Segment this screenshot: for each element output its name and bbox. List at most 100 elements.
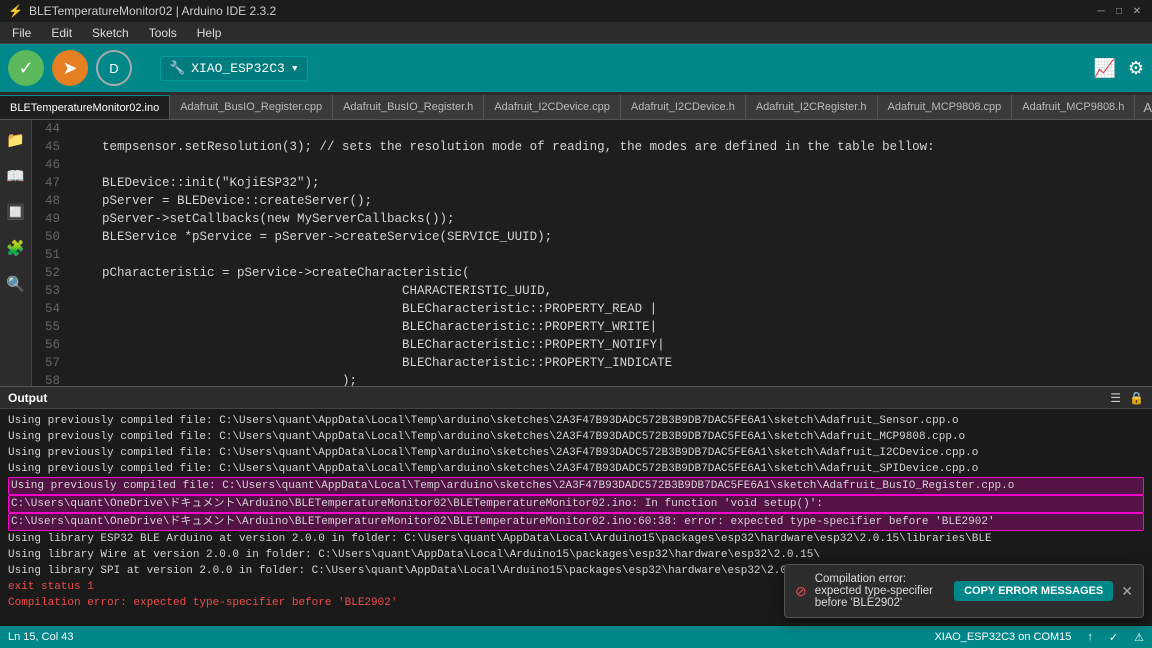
line-content: BLECharacteristic::PROPERTY_READ | xyxy=(68,300,1152,318)
line-number: 51 xyxy=(32,246,68,264)
line-number: 48 xyxy=(32,192,68,210)
error-toast: ⊘ Compilation error: expected type-speci… xyxy=(784,564,1144,618)
code-line-58: 58 ); xyxy=(32,372,1152,386)
sidebar-icon-boards[interactable]: 🧩 xyxy=(4,236,28,260)
sidebar: 📁 📖 🔲 🧩 🔍 xyxy=(0,120,32,386)
code-line-46: 46 xyxy=(32,156,1152,174)
code-line-45: 45 tempsensor.setResolution(3); // sets … xyxy=(32,138,1152,156)
line-content xyxy=(68,246,1152,264)
code-line-47: 47 BLEDevice::init("KojiESP32"); xyxy=(32,174,1152,192)
line-content: pServer->setCallbacks(new MyServerCallba… xyxy=(68,210,1152,228)
status-bar: Ln 15, Col 43 XIAO_ESP32C3 on COM15 ↑ ✓ … xyxy=(0,626,1152,648)
line-number: 46 xyxy=(32,156,68,174)
line-number: 56 xyxy=(32,336,68,354)
sidebar-icon-search[interactable]: 🔍 xyxy=(4,272,28,296)
output-line: Using previously compiled file: C:\Users… xyxy=(8,429,1144,445)
board-selector[interactable]: 🔧 XIAO_ESP32C3 ▾ xyxy=(160,56,308,81)
line-number: 54 xyxy=(32,300,68,318)
tab-1[interactable]: Adafruit_BusIO_Register.cpp xyxy=(170,95,333,119)
output-menu-icon[interactable]: ☰ xyxy=(1110,391,1121,405)
menu-tools[interactable]: Tools xyxy=(145,24,181,42)
error-icon: ⊘ xyxy=(795,583,807,600)
verify-button[interactable]: ✓ xyxy=(8,50,44,86)
sidebar-icon-debug[interactable]: 🔲 xyxy=(4,200,28,224)
output-line: Using previously compiled file: C:\Users… xyxy=(8,445,1144,461)
board-name: XIAO_ESP32C3 xyxy=(191,61,285,76)
code-line-52: 52 pCharacteristic = pService->createCha… xyxy=(32,264,1152,282)
tab-4[interactable]: Adafruit_I2CDevice.h xyxy=(621,95,746,119)
output-lock-icon[interactable]: 🔒 xyxy=(1129,391,1144,405)
line-content: BLECharacteristic::PROPERTY_INDICATE xyxy=(68,354,1152,372)
menu-help[interactable]: Help xyxy=(193,24,226,42)
serial-plotter-button[interactable]: 📈 xyxy=(1093,58,1115,79)
app-icon: ⚡ xyxy=(8,4,23,18)
menu-sketch[interactable]: Sketch xyxy=(88,24,133,42)
line-content: BLECharacteristic::PROPERTY_WRITE| xyxy=(68,318,1152,336)
status-upload-icon[interactable]: ↑ xyxy=(1087,631,1093,643)
copy-error-button[interactable]: COPY ERROR MESSAGES xyxy=(954,581,1113,601)
line-content: BLEService *pService = pServer->createSe… xyxy=(68,228,1152,246)
line-content: CHARACTERISTIC_UUID, xyxy=(68,282,1152,300)
serial-monitor-button[interactable]: ⚙ xyxy=(1128,58,1144,79)
board-icon: 🔧 xyxy=(169,61,185,76)
close-button[interactable]: ✕ xyxy=(1130,4,1144,18)
code-line-49: 49 pServer->setCallbacks(new MyServerCal… xyxy=(32,210,1152,228)
menu-bar: File Edit Sketch Tools Help xyxy=(0,22,1152,44)
sidebar-icon-book[interactable]: 📖 xyxy=(4,164,28,188)
output-line: Using library Wire at version 2.0.0 in f… xyxy=(8,547,1144,563)
tab-6[interactable]: Adafruit_MCP9808.cpp xyxy=(878,95,1013,119)
line-number: 55 xyxy=(32,318,68,336)
status-warning-icon: ⚠ xyxy=(1134,631,1144,644)
code-line-50: 50 BLEService *pService = pServer->creat… xyxy=(32,228,1152,246)
toast-message: Compilation error: expected type-specifi… xyxy=(815,573,946,609)
output-line: Using library ESP32 BLE Arduino at versi… xyxy=(8,531,1144,547)
tab-3[interactable]: Adafruit_I2CDevice.cpp xyxy=(484,95,621,119)
menu-file[interactable]: File xyxy=(8,24,35,42)
tab-2[interactable]: Adafruit_BusIO_Register.h xyxy=(333,95,484,119)
line-number: 57 xyxy=(32,354,68,372)
status-check-icon: ✓ xyxy=(1109,631,1118,644)
line-number: 53 xyxy=(32,282,68,300)
output-section: Output ☰ 🔒 Using previously compiled fil… xyxy=(0,386,1152,626)
line-content xyxy=(68,156,1152,174)
sidebar-icon-folder[interactable]: 📁 xyxy=(4,128,28,152)
code-line-54: 54 BLECharacteristic::PROPERTY_READ | xyxy=(32,300,1152,318)
toast-close-button[interactable]: ✕ xyxy=(1121,583,1133,600)
minimize-button[interactable]: ─ xyxy=(1094,4,1108,18)
tab-7[interactable]: Adafruit_MCP9808.h xyxy=(1012,95,1135,119)
line-number: 47 xyxy=(32,174,68,192)
line-number: 58 xyxy=(32,372,68,386)
code-line-44: 44 xyxy=(32,120,1152,138)
window-title: BLETemperatureMonitor02 | Arduino IDE 2.… xyxy=(29,4,276,18)
line-content: BLEDevice::init("KojiESP32"); xyxy=(68,174,1152,192)
toolbar: ✓ ➤ D 🔧 XIAO_ESP32C3 ▾ 📈 ⚙ xyxy=(0,44,1152,92)
code-editor-area: 4445 tempsensor.setResolution(3); // set… xyxy=(32,120,1152,386)
output-line: C:\Users\quant\OneDrive\ドキュメント\Arduino\B… xyxy=(8,513,1144,531)
output-line: Using previously compiled file: C:\Users… xyxy=(8,477,1144,495)
code-line-57: 57 BLECharacteristic::PROPERTY_INDICATE xyxy=(32,354,1152,372)
code-line-53: 53 CHARACTERISTIC_UUID, xyxy=(32,282,1152,300)
tab-5[interactable]: Adafruit_I2CRegister.h xyxy=(746,95,878,119)
status-position: Ln 15, Col 43 xyxy=(8,631,73,643)
line-number: 50 xyxy=(32,228,68,246)
tab-bar: BLETemperatureMonitor02.ino Adafruit_Bus… xyxy=(0,92,1152,120)
line-number: 45 xyxy=(32,138,68,156)
code-line-55: 55 BLECharacteristic::PROPERTY_WRITE| xyxy=(32,318,1152,336)
line-content: tempsensor.setResolution(3); // sets the… xyxy=(68,138,1152,156)
line-content: ); xyxy=(68,372,1152,386)
line-number: 44 xyxy=(32,120,68,138)
line-content: BLECharacteristic::PROPERTY_NOTIFY| xyxy=(68,336,1152,354)
code-editor[interactable]: 4445 tempsensor.setResolution(3); // set… xyxy=(32,120,1152,386)
tab-0[interactable]: BLETemperatureMonitor02.ino xyxy=(0,95,170,119)
tab-overflow[interactable]: Adafruit_SPIDevice.cpp ··· xyxy=(1135,95,1152,119)
code-line-48: 48 pServer = BLEDevice::createServer(); xyxy=(32,192,1152,210)
output-line: Using previously compiled file: C:\Users… xyxy=(8,461,1144,477)
menu-edit[interactable]: Edit xyxy=(47,24,76,42)
title-bar: ⚡ BLETemperatureMonitor02 | Arduino IDE … xyxy=(0,0,1152,22)
debug-button[interactable]: D xyxy=(96,50,132,86)
maximize-button[interactable]: □ xyxy=(1112,4,1126,18)
status-board: XIAO_ESP32C3 on COM15 xyxy=(934,631,1071,643)
output-line: Using previously compiled file: C:\Users… xyxy=(8,413,1144,429)
line-number: 49 xyxy=(32,210,68,228)
upload-button[interactable]: ➤ xyxy=(52,50,88,86)
